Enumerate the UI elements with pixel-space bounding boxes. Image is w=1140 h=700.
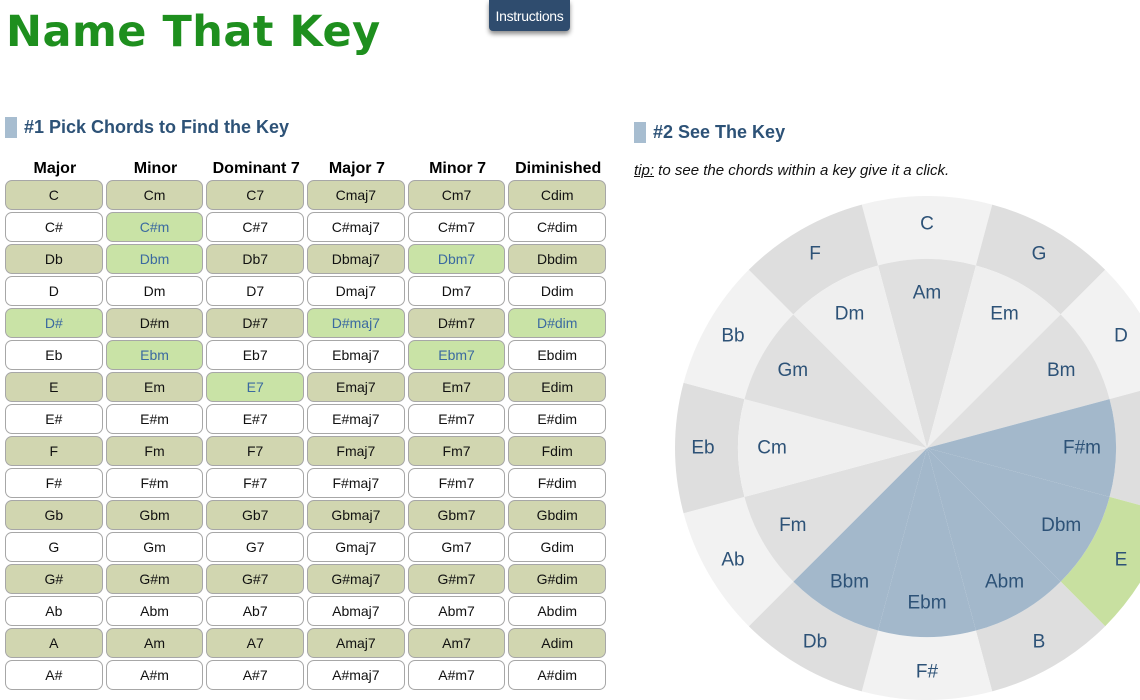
key-label-gm: Gm bbox=[777, 360, 808, 381]
key-label-bm: Bm bbox=[1047, 360, 1076, 381]
key-label-ab: Ab bbox=[721, 550, 744, 571]
key-label-fm: Fm bbox=[779, 515, 806, 536]
circle-of-fifths: CAmGEmDBmAF#mEDbmBAbmF#EbmDbBbmAbFmEbCmB… bbox=[675, 196, 1140, 700]
key-label-f: F bbox=[809, 244, 821, 265]
key-label-bbm: Bbm bbox=[830, 572, 869, 593]
key-label-g: G bbox=[1032, 244, 1047, 265]
key-label-f-sharpm: F#m bbox=[1063, 438, 1101, 459]
key-label-b: B bbox=[1033, 632, 1046, 653]
key-label-em: Em bbox=[990, 303, 1019, 324]
key-label-e: E bbox=[1115, 550, 1128, 571]
key-label-db: Db bbox=[803, 632, 827, 653]
key-label-bb: Bb bbox=[721, 326, 744, 347]
key-label-dm: Dm bbox=[835, 303, 865, 324]
key-label-cm: Cm bbox=[757, 438, 787, 459]
key-label-d: D bbox=[1114, 326, 1128, 347]
key-label-f-sharp: F# bbox=[916, 662, 939, 683]
key-label-ebm: Ebm bbox=[907, 593, 946, 614]
key-label-am: Am bbox=[913, 283, 942, 304]
key-label-dbm: Dbm bbox=[1041, 515, 1081, 536]
key-label-c: C bbox=[920, 214, 934, 235]
key-label-eb: Eb bbox=[691, 438, 714, 459]
key-label-abm: Abm bbox=[985, 572, 1024, 593]
